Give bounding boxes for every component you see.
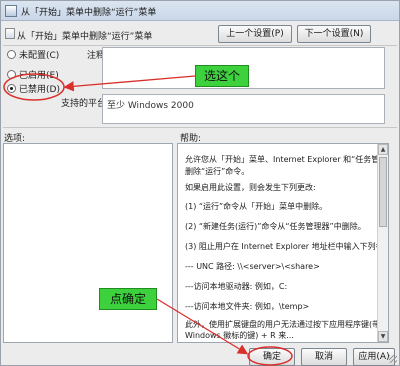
radio-not-configured-circle[interactable] — [7, 50, 16, 59]
supported-platform-field: 至少 Windows 2000 — [102, 94, 385, 124]
help-line: (1) “运行”命令从「开始」菜单中删除。 — [185, 202, 328, 211]
help-line: --- UNC 路径: \\<server>\<share> — [185, 262, 320, 271]
policy-setting-icon — [5, 28, 15, 39]
radio-enabled[interactable]: 已启用(E) — [7, 68, 59, 82]
scroll-up-arrow-icon[interactable]: ▲ — [378, 144, 388, 155]
window-title: 从「开始」菜单中删除“运行”菜单 — [21, 8, 157, 18]
radio-not-configured-label: 未配置(C) — [19, 51, 60, 61]
callout-click-ok: 点确定 — [99, 288, 157, 310]
radio-enabled-circle[interactable] — [7, 70, 16, 79]
help-line: 允许您从「开始」菜单、Internet Explorer 和“任务管理器”中 — [185, 155, 389, 164]
help-line: ---访问本地文件夹: 例如，\temp> — [185, 302, 310, 311]
scroll-thumb[interactable] — [379, 157, 387, 227]
policy-dialog-window: 从「开始」菜单中删除“运行”菜单 从「开始」菜单中删除“运行”菜单 上一个设置(… — [0, 0, 400, 366]
policy-title: 从「开始」菜单中删除“运行”菜单 — [17, 32, 153, 42]
ok-button[interactable]: 确定 — [249, 348, 295, 366]
policy-app-icon — [5, 5, 17, 17]
next-setting-button[interactable]: 下一个设置(N) — [297, 25, 371, 43]
help-scrollbar[interactable]: ▲ ▼ — [377, 144, 388, 342]
help-pane: 允许您从「开始」菜单、Internet Explorer 和“任务管理器”中 删… — [177, 143, 389, 343]
radio-disabled[interactable]: 已禁用(D) — [7, 82, 60, 96]
previous-setting-button[interactable]: 上一个设置(P) — [218, 25, 292, 43]
title-bar: 从「开始」菜单中删除“运行”菜单 — [1, 1, 399, 21]
radio-enabled-label: 已启用(E) — [19, 71, 59, 81]
radio-not-configured[interactable]: 未配置(C) — [7, 48, 59, 62]
header-divider — [3, 45, 397, 46]
radio-disabled-label: 已禁用(D) — [19, 85, 60, 95]
radio-disabled-circle[interactable] — [7, 84, 16, 93]
help-line: Windows 徽标的键) + R 来... — [185, 331, 294, 340]
help-line: 如果启用此设置，则会发生下列更改: — [185, 183, 316, 192]
middle-divider — [3, 127, 397, 128]
help-line: 此外，使用扩展键盘的用户无法通过按下应用程序键(带有 — [185, 320, 389, 329]
scroll-down-arrow-icon[interactable]: ▼ — [378, 331, 388, 342]
help-line: 删除“运行”命令。 — [185, 167, 250, 176]
help-line: ---访问本地驱动器: 例如，C: — [185, 282, 288, 291]
help-line: (3) 阻止用户在 Internet Explorer 地址栏中输入下列各项: — [185, 242, 389, 251]
options-pane — [3, 143, 173, 343]
supported-platform-value: 至少 Windows 2000 — [107, 101, 194, 111]
resize-grip-icon[interactable] — [389, 355, 397, 363]
help-line: (2) “新建任务(运行)”命令从“任务管理器”中删除。 — [185, 222, 366, 231]
callout-select-this: 选这个 — [195, 65, 249, 87]
cancel-button[interactable]: 取消 — [301, 348, 347, 366]
